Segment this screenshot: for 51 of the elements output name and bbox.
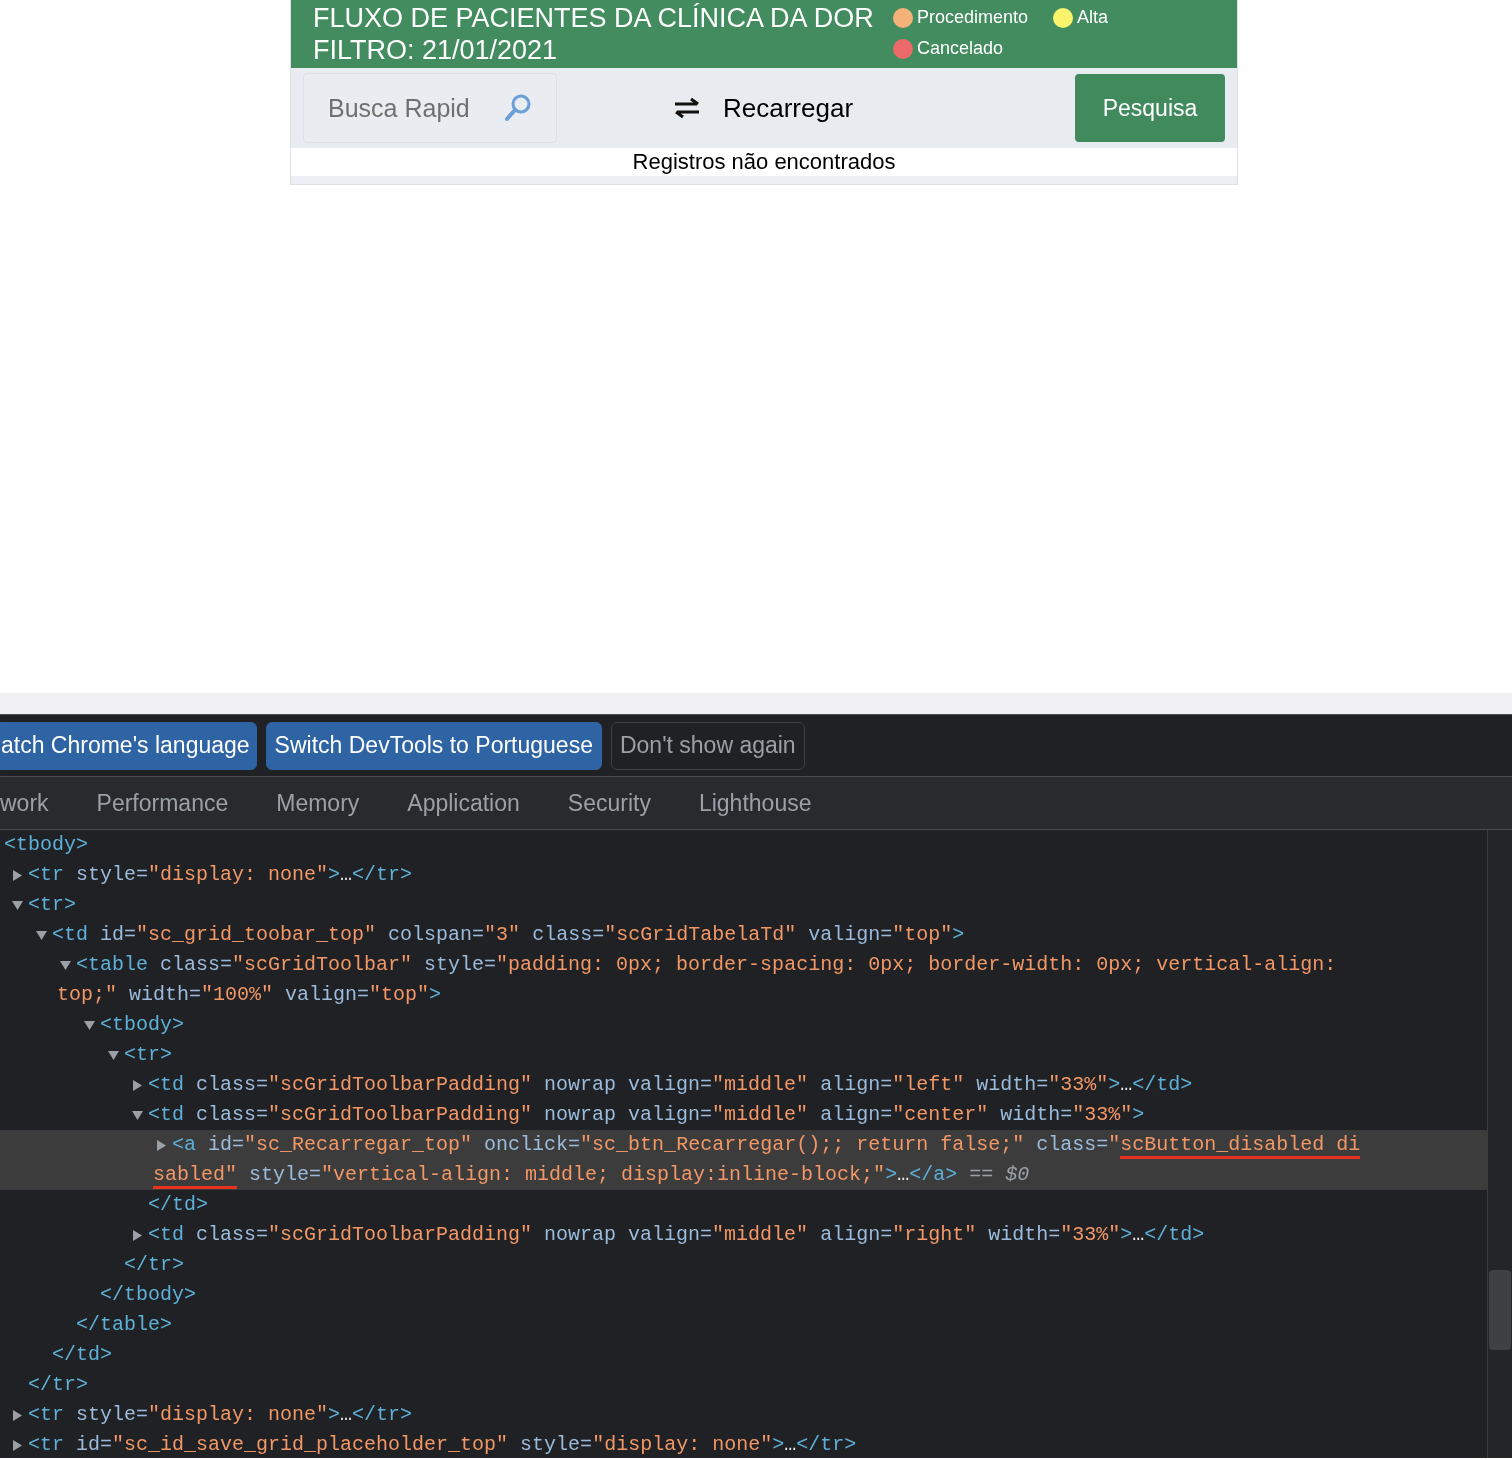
- code-line[interactable]: <table class="scGridToolbar" style="padding: 0px; border-spacing: 0px; border-width: 0px; vertical-align:: [76, 953, 1337, 976]
- legend-label: Cancelado: [917, 37, 1004, 60]
- expanded-arrow-icon[interactable]: [84, 1020, 95, 1031]
- devtools-tab[interactable]: Memory: [252, 785, 384, 821]
- code-line[interactable]: <tr>: [28, 893, 77, 916]
- code-line[interactable]: </td>: [52, 1343, 113, 1366]
- swap-arrows-icon: [673, 97, 701, 119]
- devtools-tab[interactable]: Lighthouse: [674, 785, 836, 821]
- report-title: FLUXO DE PACIENTES DA CLÍNICA DA DOR: [313, 2, 875, 34]
- dismiss-button[interactable]: Don't show again: [610, 721, 805, 770]
- code-line[interactable]: top;" width="100%" valign="top">: [57, 983, 442, 1006]
- code-line[interactable]: <td class="scGridToolbarPadding" nowrap valign="middle" align="right" width="33%">…</td>: [148, 1223, 1205, 1246]
- code-line[interactable]: </table>: [76, 1313, 173, 1336]
- expanded-arrow-icon[interactable]: [36, 930, 47, 941]
- collapsed-arrow-icon[interactable]: [132, 1230, 143, 1241]
- collapsed-arrow-icon[interactable]: [12, 1440, 23, 1451]
- code-line[interactable]: </tr>: [28, 1373, 89, 1396]
- devtools-tab[interactable]: Performance: [72, 785, 253, 821]
- code-line[interactable]: <tr style="display: none">…</tr>: [28, 863, 413, 886]
- expanded-arrow-icon[interactable]: [108, 1050, 119, 1061]
- reload-button[interactable]: Recarregar: [673, 88, 854, 128]
- filter-label: FILTRO: 21/01/2021: [313, 34, 559, 66]
- devtools-tab[interactable]: work: [0, 785, 73, 821]
- expanded-arrow-icon[interactable]: [132, 1110, 143, 1121]
- legend-label: Alta: [1077, 6, 1109, 29]
- code-line[interactable]: <tr>: [124, 1043, 173, 1066]
- code-line[interactable]: <tr id="sc_id_save_grid_placeholder_top" style="display: none">…</tr>: [28, 1433, 857, 1456]
- code-line[interactable]: <td class="scGridToolbarPadding" nowrap valign="middle" align="center" width="33%">: [148, 1103, 1145, 1126]
- code-line[interactable]: </tbody>: [100, 1283, 197, 1306]
- devtools-tab[interactable]: Security: [543, 785, 675, 821]
- language-button[interactable]: Switch DevTools to Portuguese: [265, 721, 602, 770]
- scrollbar-thumb[interactable]: [1489, 1270, 1511, 1350]
- expanded-arrow-icon[interactable]: [60, 960, 71, 971]
- code-line[interactable]: </tr>: [124, 1253, 185, 1276]
- code-line[interactable]: <td id="sc_grid_toobar_top" colspan="3" class="scGridTabelaTd" valign="top">: [52, 923, 965, 946]
- collapsed-arrow-icon[interactable]: [132, 1080, 143, 1091]
- collapsed-arrow-icon[interactable]: [156, 1140, 167, 1151]
- devtools-tab[interactable]: Application: [383, 785, 544, 821]
- expanded-arrow-icon[interactable]: [12, 900, 23, 911]
- search-button[interactable]: Pesquisa: [1075, 74, 1225, 142]
- search-field[interactable]: Busca Rapid: [303, 73, 557, 143]
- code-line[interactable]: <tbody>: [4, 833, 89, 856]
- empty-message: Registros não encontrados: [291, 148, 1237, 176]
- collapsed-arrow-icon[interactable]: [12, 1410, 23, 1421]
- language-button[interactable]: atch Chrome's language: [0, 721, 257, 770]
- code-line[interactable]: </td>: [148, 1193, 209, 1216]
- legend-label: Procedimento: [917, 6, 1029, 29]
- code-line[interactable]: <tbody>: [100, 1013, 185, 1036]
- code-line[interactable]: <tr style="display: none">…</tr>: [28, 1403, 413, 1426]
- code-line[interactable]: <td class="scGridToolbarPadding" nowrap valign="middle" align="left" width="33%">…</td>: [148, 1073, 1193, 1096]
- collapsed-arrow-icon[interactable]: [12, 870, 23, 881]
